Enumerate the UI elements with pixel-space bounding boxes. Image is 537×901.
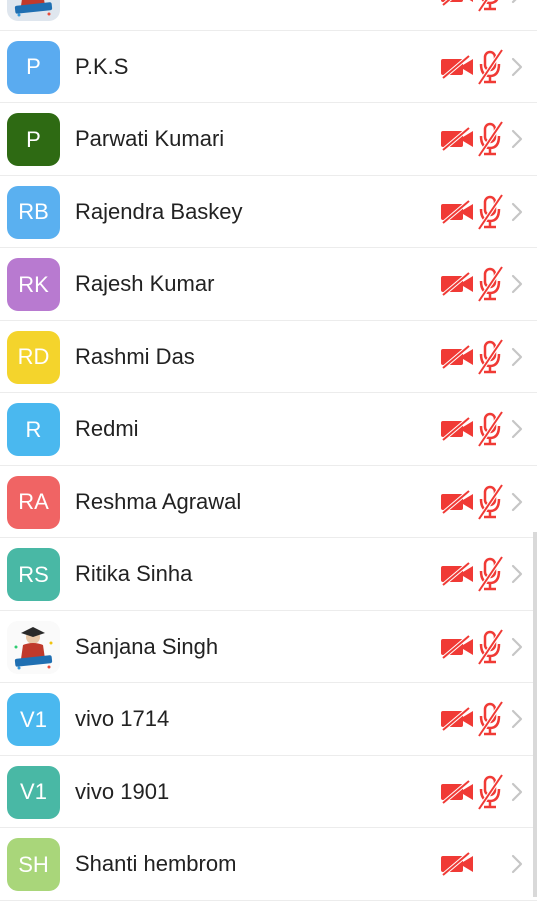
avatar: RB — [7, 185, 60, 239]
avatar: RA — [7, 475, 60, 529]
video-off-icon — [439, 198, 475, 225]
participant-name: Ritika Sinha — [75, 561, 193, 586]
chevron-right-icon[interactable] — [510, 564, 524, 584]
chevron-right-icon[interactable] — [510, 419, 524, 439]
video-off-icon — [439, 706, 475, 732]
mic-muted-icon — [475, 193, 505, 230]
avatar: SH — [7, 838, 60, 891]
chevron-right-icon[interactable] — [510, 202, 524, 222]
mic-muted-icon — [475, 628, 505, 665]
avatar: V1 — [7, 693, 60, 746]
participant-row[interactable]: V1 vivo 1714 — [0, 683, 537, 756]
video-off-icon — [439, 851, 475, 877]
chevron-right-icon[interactable] — [510, 347, 524, 367]
video-off-icon — [439, 561, 475, 587]
participant-row[interactable]: RB Rajendra Baskey — [0, 175, 537, 248]
participant-name: vivo 1901 — [75, 778, 170, 804]
video-off-icon — [439, 488, 475, 515]
participant-row[interactable]: RA Reshma Agrawal — [0, 465, 537, 538]
video-off-icon — [439, 633, 475, 660]
participant-row[interactable]: R Redmi — [0, 393, 537, 466]
participant-row[interactable]: SH Shanti hembrom — [0, 828, 537, 901]
avatar: RK — [7, 258, 60, 311]
mic-muted-icon — [475, 48, 505, 85]
participant-row[interactable]: V1 vivo 1901 — [0, 755, 537, 828]
participant-row[interactable]: RD Rashmi Das — [0, 320, 537, 393]
participant-name: Reshma Agrawal — [75, 488, 242, 514]
avatar: RD — [7, 330, 60, 384]
avatar — [7, 0, 60, 21]
participant-name: Parwati Kumari — [75, 126, 225, 151]
chevron-right-icon[interactable] — [510, 129, 524, 149]
participant-name: P.K.S — [75, 53, 129, 79]
mic-muted-icon — [475, 120, 505, 158]
video-off-icon — [439, 416, 475, 442]
participant-name: Sanjana Singh — [75, 633, 219, 659]
chevron-right-icon[interactable] — [510, 274, 524, 294]
scrollbar[interactable] — [533, 532, 537, 897]
chevron-right-icon[interactable] — [510, 854, 524, 874]
video-off-icon — [439, 53, 475, 80]
participant-row[interactable]: RK Rajesh Kumar — [0, 248, 537, 321]
mic-muted-icon — [475, 410, 505, 448]
avatar: RS — [7, 548, 60, 601]
participant-name: Rajendra Baskey — [75, 198, 243, 224]
participant-name: Shanti hembrom — [75, 851, 237, 876]
mic-muted-icon — [475, 0, 505, 13]
participant-row[interactable]: P Parwati Kumari — [0, 103, 537, 176]
participant-name: Rajesh Kumar — [75, 271, 215, 296]
mic-muted-icon — [475, 555, 505, 593]
mic-muted-icon — [475, 773, 505, 810]
video-off-icon — [439, 271, 475, 297]
chevron-right-icon[interactable] — [510, 637, 524, 657]
mic-muted-icon — [475, 265, 505, 303]
avatar: R — [7, 403, 60, 456]
participant-row[interactable] — [0, 0, 537, 31]
video-off-icon — [439, 343, 475, 370]
avatar: V1 — [7, 765, 60, 819]
chevron-right-icon[interactable] — [510, 709, 524, 729]
avatar: P — [7, 113, 60, 166]
chevron-right-icon[interactable] — [510, 0, 524, 4]
participant-name: Rashmi Das — [75, 343, 195, 369]
participant-row[interactable]: Sanjana Singh — [0, 610, 537, 683]
video-off-icon — [439, 0, 475, 7]
mic-muted-icon — [475, 700, 505, 738]
participant-row[interactable]: P P.K.S — [0, 30, 537, 103]
participant-name: Redmi — [75, 416, 139, 441]
chevron-right-icon[interactable] — [510, 57, 524, 77]
chevron-right-icon[interactable] — [510, 782, 524, 802]
participant-row[interactable]: RS Ritika Sinha — [0, 538, 537, 611]
participant-list: P P.K.S P Parwati Kumari RB Rajendra Baskey — [0, 0, 537, 901]
avatar — [7, 620, 60, 674]
mic-muted-icon — [475, 338, 505, 375]
participant-name: vivo 1714 — [75, 706, 170, 731]
avatar: P — [7, 40, 60, 94]
video-off-icon — [439, 778, 475, 805]
chevron-right-icon[interactable] — [510, 492, 524, 512]
video-off-icon — [439, 126, 475, 152]
mic-muted-icon — [475, 483, 505, 520]
